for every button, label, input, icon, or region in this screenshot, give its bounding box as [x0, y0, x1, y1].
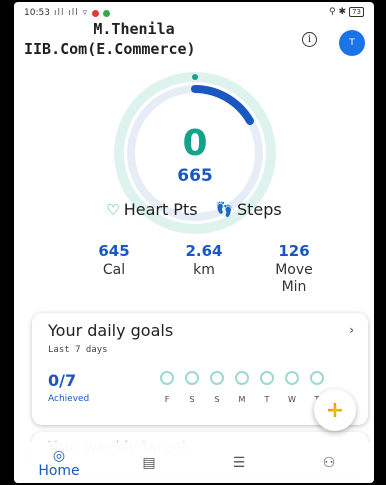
- goals-achieved-count: 0/7: [48, 371, 77, 390]
- day-ring-icon: [185, 371, 199, 385]
- day-ring-icon: [210, 371, 224, 385]
- stat-label: Move Min: [275, 262, 313, 295]
- avatar-letter: T: [349, 38, 355, 48]
- stat-label: Cal: [102, 262, 126, 278]
- legend-heart-label: Heart Pts: [123, 200, 198, 219]
- stats-row: 645 Cal 2.64 km 126 Move Min: [74, 242, 334, 296]
- stat-value: 645: [98, 242, 130, 260]
- signal-icon: ıll ıll ▿: [53, 8, 89, 18]
- notification-icon: [103, 9, 111, 17]
- day-item: F: [158, 371, 176, 404]
- legend-heart-pts: ♡ Heart Pts: [106, 200, 197, 219]
- location-icon: ⚲: [328, 7, 336, 17]
- nav-home[interactable]: ◎ Home: [29, 448, 89, 478]
- journal-icon: ▤: [142, 454, 156, 471]
- plus-icon: +: [325, 397, 345, 423]
- heart-icon: ♡: [106, 200, 120, 219]
- status-right: ⚲ ✱ 73: [329, 7, 364, 17]
- stat-label: km: [193, 262, 215, 278]
- day-label: S: [189, 395, 195, 404]
- day-label: F: [164, 395, 170, 404]
- nav-journal[interactable]: ▤: [119, 455, 179, 471]
- battery-icon: 73: [349, 7, 364, 17]
- heart-points-value: 0: [182, 123, 208, 164]
- day-item: M: [233, 371, 251, 404]
- nav-browse[interactable]: ☰: [209, 455, 269, 471]
- overlay-class: IIB.Com(E.Commerce): [24, 40, 196, 58]
- stat-value: 2.64: [185, 242, 223, 260]
- day-label: W: [288, 395, 296, 404]
- notification-icon: [92, 9, 100, 17]
- footsteps-icon: 👣: [215, 201, 233, 218]
- add-button[interactable]: +: [314, 389, 356, 431]
- bluetooth-icon: ✱: [338, 7, 347, 17]
- goals-achieved-label: Achieved: [48, 394, 90, 404]
- avatar[interactable]: T: [339, 30, 365, 56]
- phone-screen: 10:53 ıll ıll ▿ ⚲ ✱ 73 M.Thenila IIB.Com…: [14, 2, 374, 483]
- day-rings: F S S M T W T: [158, 371, 326, 404]
- day-label: M: [238, 395, 246, 404]
- bottom-nav: ◎ Home ▤ ☰ ⚇: [14, 442, 374, 483]
- status-time: 10:53: [24, 8, 50, 18]
- card-title: Your daily goals: [48, 321, 174, 340]
- day-item: S: [183, 371, 201, 404]
- day-label: T: [264, 395, 270, 404]
- steps-value: 665: [177, 166, 213, 186]
- info-icon[interactable]: i: [302, 32, 317, 47]
- home-icon: ◎: [52, 447, 66, 464]
- overlay-name: M.Thenila: [93, 20, 175, 38]
- profile-icon: ⚇: [322, 454, 336, 471]
- day-item: T: [258, 371, 276, 404]
- nav-home-label: Home: [38, 462, 80, 479]
- stat-move-min: 126 Move Min: [254, 242, 334, 296]
- day-ring-icon: [285, 371, 299, 385]
- legend-steps-label: Steps: [237, 200, 282, 219]
- nav-profile[interactable]: ⚇: [299, 455, 359, 471]
- day-item: S: [208, 371, 226, 404]
- day-ring-icon: [235, 371, 249, 385]
- day-label: S: [214, 395, 220, 404]
- day-item: W: [283, 371, 301, 404]
- stat-distance: 2.64 km: [164, 242, 244, 296]
- legend-steps: 👣 Steps: [216, 200, 282, 219]
- status-bar: 10:53 ıll ıll ▿: [24, 8, 111, 18]
- stat-calories: 645 Cal: [74, 242, 154, 296]
- stat-value: 126: [278, 242, 310, 260]
- chevron-right-icon[interactable]: ›: [349, 323, 354, 337]
- ring-legend: ♡ Heart Pts 👣 Steps: [14, 200, 374, 219]
- day-ring-icon: [160, 371, 174, 385]
- card-subtitle: Last 7 days: [48, 345, 108, 355]
- day-ring-icon: [260, 371, 274, 385]
- day-ring-icon: [310, 371, 324, 385]
- browse-icon: ☰: [232, 454, 246, 471]
